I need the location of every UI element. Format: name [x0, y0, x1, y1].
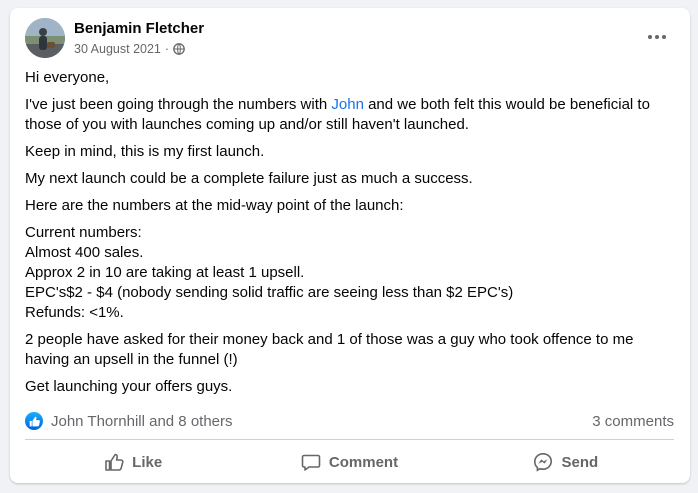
meta-separator: ·: [164, 42, 170, 56]
author-name[interactable]: Benjamin Fletcher: [74, 20, 204, 37]
comment-icon: [301, 454, 321, 471]
author-avatar[interactable]: [25, 18, 65, 58]
like-label: Like: [132, 453, 163, 471]
mention-link[interactable]: John: [331, 96, 364, 113]
thumbs-up-icon: [105, 453, 124, 471]
numbers-line: EPC's$2 - $4 (nobody sending solid traff…: [25, 284, 514, 301]
numbers-line: Refunds: <1%.: [25, 304, 124, 321]
reactions-text: John Thornhill and 8 others: [51, 412, 233, 430]
post-header: Benjamin Fletcher 30 August 2021 ·: [25, 18, 678, 60]
reactions-bar: John Thornhill and 8 others 3 comments: [25, 409, 674, 433]
send-label: Send: [561, 453, 599, 471]
send-button[interactable]: Send: [458, 444, 674, 480]
post-paragraph: Hi everyone,: [25, 69, 110, 86]
messenger-icon: [534, 452, 553, 472]
numbers-line: Current numbers:: [25, 224, 142, 241]
post-meta: 30 August 2021 ·: [74, 42, 185, 56]
action-bar: Like Comment Send: [25, 444, 674, 480]
post-paragraph: I've just been going through the numbers…: [25, 95, 675, 135]
globe-icon[interactable]: [173, 43, 185, 55]
divider: [25, 439, 674, 440]
post-paragraph: My next launch could be a complete failu…: [25, 170, 473, 187]
like-reaction-icon: [25, 412, 43, 430]
post-paragraph: Get launching your offers guys.: [25, 378, 233, 395]
comments-count[interactable]: 3 comments: [592, 413, 674, 430]
post-body: Hi everyone, I've just been going throug…: [25, 68, 675, 404]
numbers-block: Current numbers: Almost 400 sales. Appro…: [25, 223, 675, 323]
post-date[interactable]: 30 August 2021: [74, 42, 161, 56]
numbers-line: Almost 400 sales.: [25, 244, 144, 261]
post-card: Benjamin Fletcher 30 August 2021 · Hi ev…: [10, 8, 690, 483]
comment-label: Comment: [328, 453, 399, 471]
post-paragraph: Keep in mind, this is my first launch.: [25, 143, 265, 160]
post-text: I've just been going through the numbers…: [25, 96, 332, 113]
numbers-line: Approx 2 in 10 are taking at least 1 ups…: [25, 264, 305, 281]
like-button[interactable]: Like: [25, 444, 241, 480]
more-options-icon[interactable]: [642, 22, 672, 52]
post-paragraph: 2 people have asked for their money back…: [25, 331, 634, 368]
comment-button[interactable]: Comment: [241, 444, 457, 480]
reactions-summary[interactable]: John Thornhill and 8 others: [25, 412, 233, 430]
post-paragraph: Here are the numbers at the mid-way poin…: [25, 197, 404, 214]
